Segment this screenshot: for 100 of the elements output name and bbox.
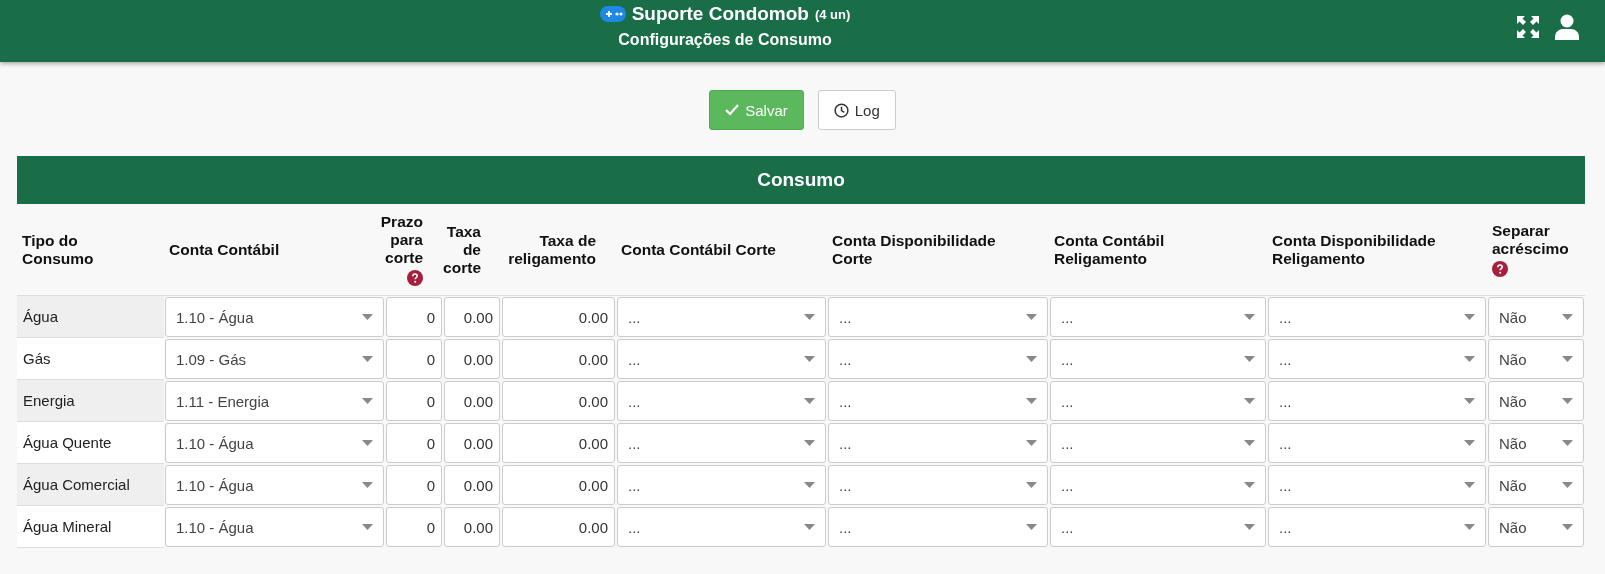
caret-icon (362, 524, 373, 530)
input-field[interactable]: 0.00 (502, 423, 615, 463)
column-header: Conta Disponibilidade Religamento (1272, 231, 1437, 268)
caret-icon (362, 440, 373, 446)
caret-icon (362, 398, 373, 404)
help-icon[interactable] (1492, 261, 1508, 277)
caret-icon (1562, 482, 1573, 488)
input-field[interactable]: 0 (386, 339, 442, 379)
caret-icon (804, 314, 815, 320)
user-icon[interactable] (1555, 14, 1579, 40)
caret-icon (1562, 398, 1573, 404)
dropdown[interactable]: 1.10 - Água (165, 465, 384, 505)
caret-icon (1244, 440, 1255, 446)
caret-icon (804, 356, 815, 362)
column-header: Conta Disponibilidade Corte (832, 231, 997, 268)
caret-icon (804, 440, 815, 446)
dropdown[interactable]: Não (1488, 339, 1584, 379)
dropdown[interactable]: 1.09 - Gás (165, 339, 384, 379)
input-field[interactable]: 0.00 (444, 339, 500, 379)
dropdown[interactable]: Não (1488, 465, 1584, 505)
caret-icon (1026, 398, 1037, 404)
caret-icon (1026, 524, 1037, 530)
table-cell: Água Comercial (17, 464, 164, 506)
caret-icon (1026, 482, 1037, 488)
dropdown[interactable]: Não (1488, 297, 1584, 337)
gamepad-icon (599, 6, 626, 22)
dropdown[interactable]: ... (617, 465, 826, 505)
check-icon (725, 104, 740, 116)
table-cell: Água (17, 296, 164, 338)
dropdown[interactable]: ... (828, 339, 1048, 379)
input-field[interactable]: 0 (386, 423, 442, 463)
input-field[interactable]: 0.00 (502, 297, 615, 337)
column-header: Taxa de religamento (507, 231, 596, 268)
dropdown[interactable]: ... (617, 339, 826, 379)
dropdown[interactable]: ... (828, 297, 1048, 337)
dropdown[interactable]: ... (1050, 297, 1266, 337)
caret-icon (804, 398, 815, 404)
dropdown[interactable]: ... (1268, 423, 1486, 463)
column-header: Tipo do Consumo (22, 231, 95, 268)
caret-icon (1464, 314, 1475, 320)
dropdown[interactable]: 1.10 - Água (165, 297, 384, 337)
page-subtitle: Configurações de Consumo (618, 31, 832, 49)
dropdown[interactable]: 1.10 - Água (165, 423, 384, 463)
dropdown[interactable]: ... (617, 297, 826, 337)
dropdown[interactable]: ... (1268, 507, 1486, 547)
caret-icon (1026, 314, 1037, 320)
caret-icon (804, 482, 815, 488)
input-field[interactable]: 0 (386, 381, 442, 421)
input-field[interactable]: 0 (386, 507, 442, 547)
caret-icon (362, 314, 373, 320)
dropdown[interactable]: ... (1268, 381, 1486, 421)
dropdown[interactable]: ... (617, 423, 826, 463)
dropdown[interactable]: ... (1050, 465, 1266, 505)
input-field[interactable]: 0.00 (502, 465, 615, 505)
dropdown[interactable]: ... (1268, 297, 1486, 337)
dropdown[interactable]: Não (1488, 381, 1584, 421)
dropdown[interactable]: ... (1268, 465, 1486, 505)
section-title: Consumo (17, 156, 1585, 204)
input-field[interactable]: 0 (386, 297, 442, 337)
dropdown[interactable]: ... (1050, 423, 1266, 463)
caret-icon (1026, 440, 1037, 446)
dropdown[interactable]: 1.11 - Energia (165, 381, 384, 421)
dropdown[interactable]: Não (1488, 423, 1584, 463)
dropdown[interactable]: ... (617, 381, 826, 421)
unit-count: (4 un) (814, 6, 851, 22)
caret-icon (1244, 524, 1255, 530)
input-field[interactable]: 0.00 (444, 465, 500, 505)
column-header: Conta Contábil Religamento (1054, 231, 1166, 268)
input-field[interactable]: 0.00 (444, 297, 500, 337)
table-cell: Água Mineral (17, 506, 164, 548)
dropdown[interactable]: ... (1050, 339, 1266, 379)
input-field[interactable]: 0 (386, 465, 442, 505)
caret-icon (1562, 524, 1573, 530)
fullscreen-icon[interactable] (1517, 16, 1539, 38)
dropdown[interactable]: ... (617, 507, 826, 547)
caret-icon (1244, 482, 1255, 488)
dropdown[interactable]: ... (828, 423, 1048, 463)
input-field[interactable]: 0.00 (502, 507, 615, 547)
input-field[interactable]: 0.00 (444, 423, 500, 463)
dropdown[interactable]: ... (1050, 507, 1266, 547)
caret-icon (1562, 356, 1573, 362)
dropdown[interactable]: Não (1488, 507, 1584, 547)
caret-icon (1026, 356, 1037, 362)
dropdown[interactable]: ... (828, 465, 1048, 505)
clock-icon (833, 102, 849, 118)
dropdown[interactable]: ... (1268, 339, 1486, 379)
dropdown[interactable]: ... (828, 381, 1048, 421)
dropdown[interactable]: ... (1050, 381, 1266, 421)
dropdown[interactable]: 1.10 - Água (165, 507, 384, 547)
dropdown[interactable]: ... (828, 507, 1048, 547)
input-field[interactable]: 0.00 (502, 381, 615, 421)
input-field[interactable]: 0.00 (444, 507, 500, 547)
caret-icon (362, 356, 373, 362)
input-field[interactable]: 0.00 (444, 381, 500, 421)
input-field[interactable]: 0.00 (502, 339, 615, 379)
table-cell: Água Quente (17, 422, 164, 464)
log-button[interactable]: Log (817, 90, 896, 130)
help-icon[interactable] (407, 270, 423, 286)
caret-icon (362, 482, 373, 488)
table-cell: Energia (17, 380, 164, 422)
